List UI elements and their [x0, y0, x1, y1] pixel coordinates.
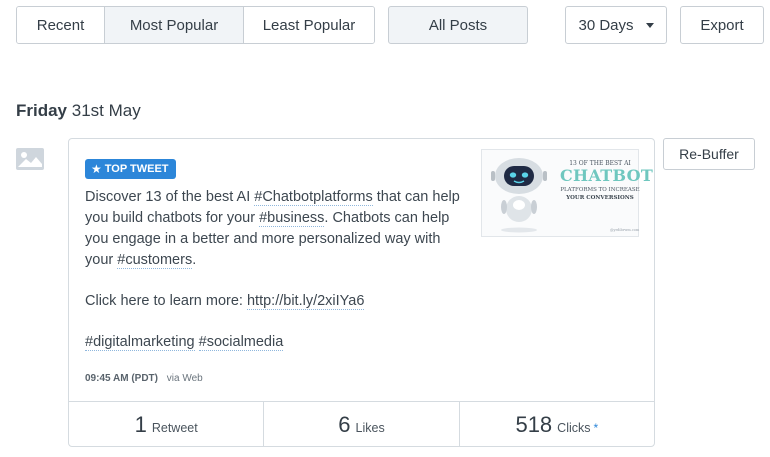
post-card: ★ TOP TWEET Discover 13 of the best AI #… [68, 138, 655, 447]
thumbnail-line-2: CHATBOT [560, 166, 654, 185]
stat-likes: 6 Likes [264, 402, 460, 447]
post-text: Discover 13 of the best AI #Chatbotplatf… [85, 187, 470, 353]
all-posts-button[interactable]: All Posts [388, 6, 528, 44]
retweet-count: 1 [134, 411, 147, 437]
stat-clicks: 518 Clicks * [460, 402, 654, 447]
thumbnail-line-4: YOUR CONVERSIONS [566, 195, 634, 201]
hashtag-customers[interactable]: #customers [117, 252, 193, 269]
clicks-count: 518 [515, 411, 553, 437]
star-icon: ★ [91, 162, 102, 176]
tab-least-popular[interactable]: Least Popular [244, 7, 374, 43]
likes-count: 6 [338, 411, 351, 437]
post-stats: 1 Retweet 6 Likes 518 Clicks * [69, 401, 654, 447]
date-heading-date: 31st May [71, 101, 141, 120]
hashtag-socialmedia[interactable]: #socialmedia [198, 334, 284, 351]
thumbnail-line-3: PLATFORMS TO INCREASE [560, 187, 640, 193]
post-paragraph-main: Discover 13 of the best AI #Chatbotplatf… [85, 187, 470, 271]
date-heading-day: Friday [16, 101, 68, 120]
stat-retweets: 1 Retweet [69, 402, 265, 447]
caret-down-icon [645, 22, 654, 28]
badge-label: TOP TWEET [104, 163, 169, 175]
post-via: via Web [166, 373, 203, 384]
tab-most-popular[interactable]: Most Popular [105, 7, 244, 43]
thumbnail-credit: @yrdibrwm.com [610, 228, 640, 232]
sort-tabs: Recent Most Popular Least Popular [16, 6, 375, 44]
rebuffer-button[interactable]: Re-Buffer [663, 138, 755, 170]
post-paragraph-tags: #digitalmarketing #socialmedia [85, 332, 470, 353]
hashtag-digitalmarketing[interactable]: #digitalmarketing [85, 334, 195, 351]
likes-label: Likes [355, 420, 385, 435]
hashtag-business[interactable]: #business [259, 210, 325, 227]
post-time: 09:45 AM (PDT) [85, 373, 158, 384]
robot-illustration-icon [491, 158, 547, 233]
clicks-label: Clicks [557, 420, 591, 435]
retweet-label: Retweet [151, 420, 198, 435]
export-button[interactable]: Export [680, 6, 764, 44]
post-link[interactable]: http://bit.ly/2xiIYa6 [246, 293, 365, 310]
clicks-info-marker[interactable]: * [594, 421, 599, 435]
post-meta: 09:45 AM (PDT) via Web [85, 373, 203, 384]
date-range-dropdown[interactable]: 30 Days [565, 6, 667, 44]
image-icon [16, 148, 44, 170]
hashtag-chatbotplatforms[interactable]: #Chatbotplatforms [254, 189, 373, 206]
post-thumbnail[interactable]: 13 OF THE BEST AI CHATBOT PLATFORMS TO I… [481, 149, 654, 237]
post-text-segment: . [192, 252, 197, 268]
post-text-segment: Discover 13 of the best AI [85, 189, 255, 205]
top-tweet-badge: ★ TOP TWEET [85, 159, 176, 179]
date-range-value: 30 Days [578, 16, 634, 34]
post-paragraph-link: Click here to learn more: http://bit.ly/… [85, 291, 470, 312]
learn-more-text: Click here to learn more: [85, 293, 247, 309]
tab-recent[interactable]: Recent [17, 7, 105, 43]
date-heading: Friday 31st May [16, 101, 141, 121]
